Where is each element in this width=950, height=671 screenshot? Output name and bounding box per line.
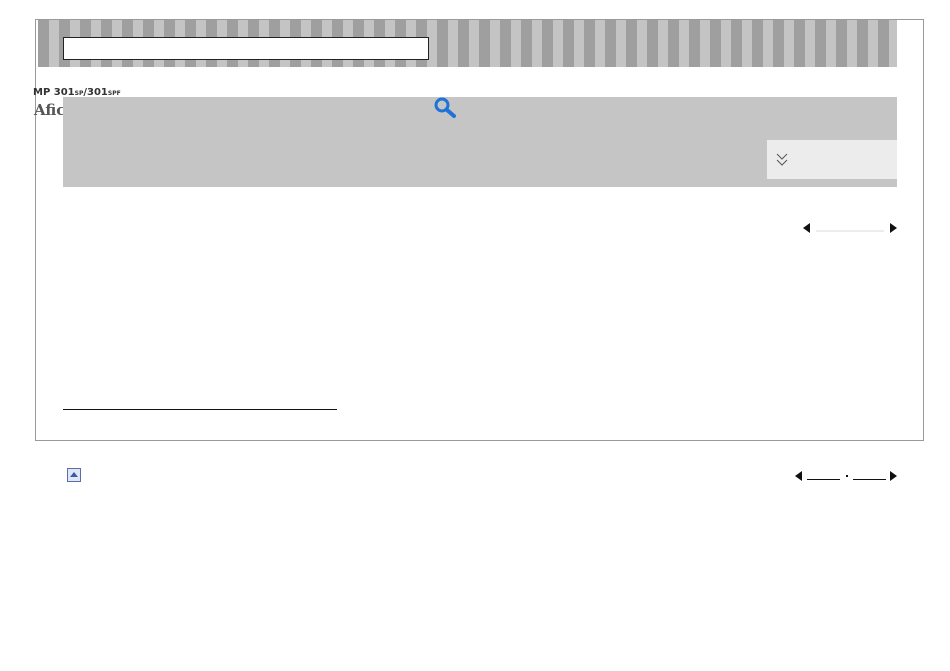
search-icon[interactable] <box>432 95 458 119</box>
content-frame <box>35 19 924 441</box>
triangle-up-icon <box>70 472 78 477</box>
brand-logo: Afic <box>34 101 66 119</box>
next-page-icon[interactable] <box>890 471 897 481</box>
pager-bottom-line-left <box>807 479 840 480</box>
prev-page-icon[interactable] <box>795 471 802 481</box>
pager-bottom-line-right <box>853 479 886 480</box>
back-to-top-button[interactable] <box>67 468 81 482</box>
pager-separator-dot <box>846 475 848 477</box>
menu-dropdown[interactable] <box>767 140 897 179</box>
search-input[interactable] <box>63 37 429 60</box>
pager-bottom <box>795 470 898 482</box>
footnote-rule <box>63 409 337 410</box>
pager-top <box>803 222 898 234</box>
prev-page-icon[interactable] <box>803 223 810 233</box>
double-chevron-down-icon <box>776 153 788 166</box>
next-page-icon[interactable] <box>890 223 897 233</box>
pager-top-slot <box>816 230 884 232</box>
